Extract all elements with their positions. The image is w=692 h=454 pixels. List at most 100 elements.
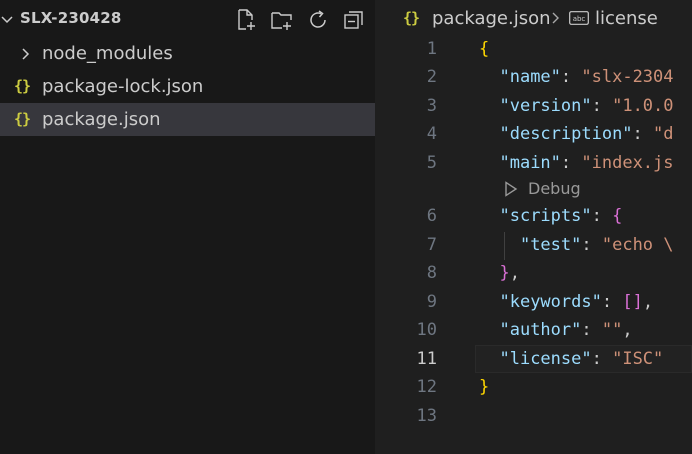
code-text: "license": "ISC": [479, 349, 663, 369]
vscode-window: SLX-230428 node_modules {} package-lock.…: [0, 0, 692, 454]
chevron-right-icon[interactable]: [20, 47, 32, 61]
collapse-all-icon[interactable]: [342, 8, 366, 32]
code-line[interactable]: 4 "description": "d: [375, 121, 692, 149]
code-token: :: [581, 320, 602, 340]
svg-text:abc: abc: [573, 15, 586, 23]
line-number: 13: [416, 406, 437, 426]
json-file-icon: {}: [14, 77, 31, 95]
code-text: "keywords": [],: [479, 292, 653, 312]
chevron-down-icon[interactable]: [0, 13, 14, 27]
code-text: "name": "slx-2304: [479, 67, 674, 87]
line-number: 9: [426, 292, 437, 312]
breadcrumb: {} package.json abc license: [375, 6, 692, 34]
tree-item-package-json[interactable]: {} package.json: [0, 103, 375, 136]
code-line[interactable]: 11 "license": "ISC": [375, 346, 692, 374]
refresh-icon[interactable]: [306, 8, 330, 32]
new-file-icon[interactable]: [234, 8, 258, 32]
new-folder-icon[interactable]: [270, 8, 294, 32]
tree-item-node-modules[interactable]: node_modules: [0, 37, 375, 70]
line-number: 3: [426, 96, 437, 116]
code-token: :: [591, 96, 613, 116]
tree-item-label: package.json: [42, 109, 161, 130]
code-token: "name": [499, 67, 561, 87]
breadcrumb-symbol[interactable]: license: [595, 8, 658, 29]
code-line[interactable]: 12}: [375, 374, 692, 402]
code-text: },: [479, 263, 520, 283]
code-token: "index.js: [581, 153, 674, 173]
code-token: []: [622, 292, 643, 312]
code-token: }: [499, 263, 510, 283]
tree-item-label: package-lock.json: [42, 76, 204, 97]
line-number: 8: [426, 263, 437, 283]
code-token: :: [591, 349, 613, 369]
line-number: 11: [416, 349, 437, 369]
code-token: {: [479, 39, 490, 59]
code-token: "version": [499, 96, 592, 116]
code-token: :: [601, 292, 623, 312]
code-token: "": [601, 320, 623, 340]
code-token: ,: [622, 320, 633, 340]
explorer-root-label: SLX-230428: [20, 9, 122, 27]
tree-item-package-lock-json[interactable]: {} package-lock.json: [0, 70, 375, 103]
code-token: :: [632, 124, 654, 144]
code-token: ,: [642, 292, 654, 312]
code-text: "author": "",: [479, 320, 633, 340]
code-token: "test": [519, 235, 582, 255]
json-file-icon: {}: [14, 110, 31, 128]
code-line[interactable]: 5 "main": "index.js: [375, 150, 692, 178]
code-token: "ISC": [612, 349, 664, 369]
code-token: "main": [499, 153, 561, 173]
json-file-icon: {}: [403, 9, 420, 27]
code-line[interactable]: 6 "scripts": {: [375, 203, 692, 231]
code-text: }: [479, 377, 489, 397]
code-line[interactable]: 8 },: [375, 260, 692, 288]
code-token: "d: [653, 124, 674, 144]
breadcrumb-file[interactable]: package.json: [432, 8, 551, 29]
line-number: 10: [416, 320, 437, 340]
code-token: "scripts": [499, 206, 592, 226]
code-text: "main": "index.js: [479, 153, 674, 173]
play-icon: [505, 181, 518, 197]
line-number: 7: [426, 235, 437, 255]
code-token: {: [612, 206, 623, 226]
explorer-panel: SLX-230428 node_modules {} package-lock.…: [0, 0, 375, 454]
explorer-root-header[interactable]: SLX-230428: [0, 4, 375, 36]
code-line[interactable]: 13: [375, 403, 692, 431]
code-token: "license": [499, 349, 592, 369]
code-text: "description": "d: [479, 124, 674, 144]
code-line[interactable]: 10 "author": "",: [375, 317, 692, 345]
line-number: 1: [426, 39, 437, 59]
code-token: "keywords": [499, 292, 602, 312]
code-text: "test": "echo \: [479, 235, 674, 255]
code-token: "description": [499, 124, 633, 144]
code-token: }: [479, 377, 490, 397]
code-token: :: [560, 67, 582, 87]
tree-item-label: node_modules: [42, 43, 173, 64]
code-token: "1.0.0: [612, 96, 674, 116]
code-editor[interactable]: {} package.json abc license 1{2 "name": …: [375, 0, 692, 454]
code-token: "echo \: [601, 235, 674, 255]
line-number: 6: [426, 206, 437, 226]
string-abc-icon: abc: [569, 11, 589, 25]
code-token: "slx-2304: [581, 67, 674, 87]
line-number: 5: [426, 153, 437, 173]
code-token: :: [560, 153, 582, 173]
code-line[interactable]: 3 "version": "1.0.0: [375, 93, 692, 121]
line-number: 4: [426, 124, 437, 144]
codelens-label: Debug: [528, 179, 581, 198]
code-line[interactable]: 7 "test": "echo \: [375, 232, 692, 260]
code-line[interactable]: 2 "name": "slx-2304: [375, 64, 692, 92]
code-token: ,: [509, 263, 520, 283]
code-token: :: [591, 206, 613, 226]
code-line[interactable]: 9 "keywords": [],: [375, 289, 692, 317]
code-line[interactable]: 1{: [375, 36, 692, 64]
line-number: 2: [426, 67, 437, 87]
code-token: :: [581, 235, 602, 255]
